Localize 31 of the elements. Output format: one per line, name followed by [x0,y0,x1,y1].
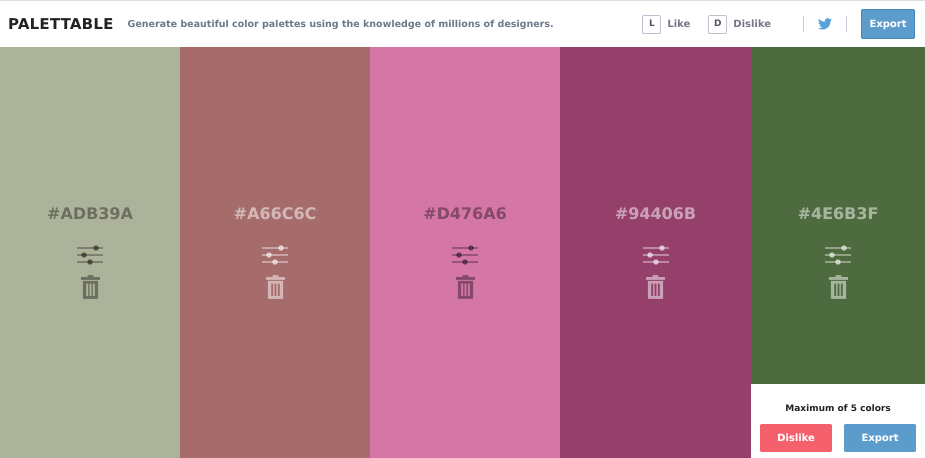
color-swatch[interactable]: #4E6B3F [751,47,925,384]
header-link[interactable]: Like [667,18,690,30]
sliders-icon[interactable] [262,245,288,265]
color-swatch[interactable]: #D476A6 [370,47,560,458]
sliders-icon[interactable] [77,245,103,265]
hex-code: #ADB39A [47,204,133,223]
trash-icon[interactable] [646,275,665,299]
hex-code: #4E6B3F [798,204,878,223]
color-swatch[interactable]: #94406B [560,47,751,458]
export-button[interactable]: Export [861,9,915,39]
export-button[interactable]: Export [844,424,916,452]
header-link[interactable]: Dislike [733,18,771,30]
sliders-icon[interactable] [825,245,851,265]
hex-code: #D476A6 [423,204,507,223]
tagline: Generate beautiful color palettes using the knowledge of millions of designers. [128,18,554,30]
sliders-icon[interactable] [642,245,668,265]
limit-message: Maximum of 5 colors [785,404,891,414]
trash-icon[interactable] [828,275,848,299]
trash-icon[interactable] [80,275,100,299]
keyboard-key: D [708,14,728,34]
trash-icon[interactable] [266,275,284,299]
hex-code: #94406B [614,204,696,223]
keyboard-key: L [642,14,662,34]
color-swatch[interactable]: #A66C6C [180,47,370,458]
dislike-button[interactable]: Dislike [760,424,832,452]
color-swatch[interactable]: #ADB39A [0,47,180,458]
logo: PALETTABLE [8,15,114,33]
twitter-icon[interactable] [818,18,832,30]
hex-code: #A66C6C [234,204,316,223]
sliders-icon[interactable] [452,245,478,265]
trash-icon[interactable] [456,275,474,299]
